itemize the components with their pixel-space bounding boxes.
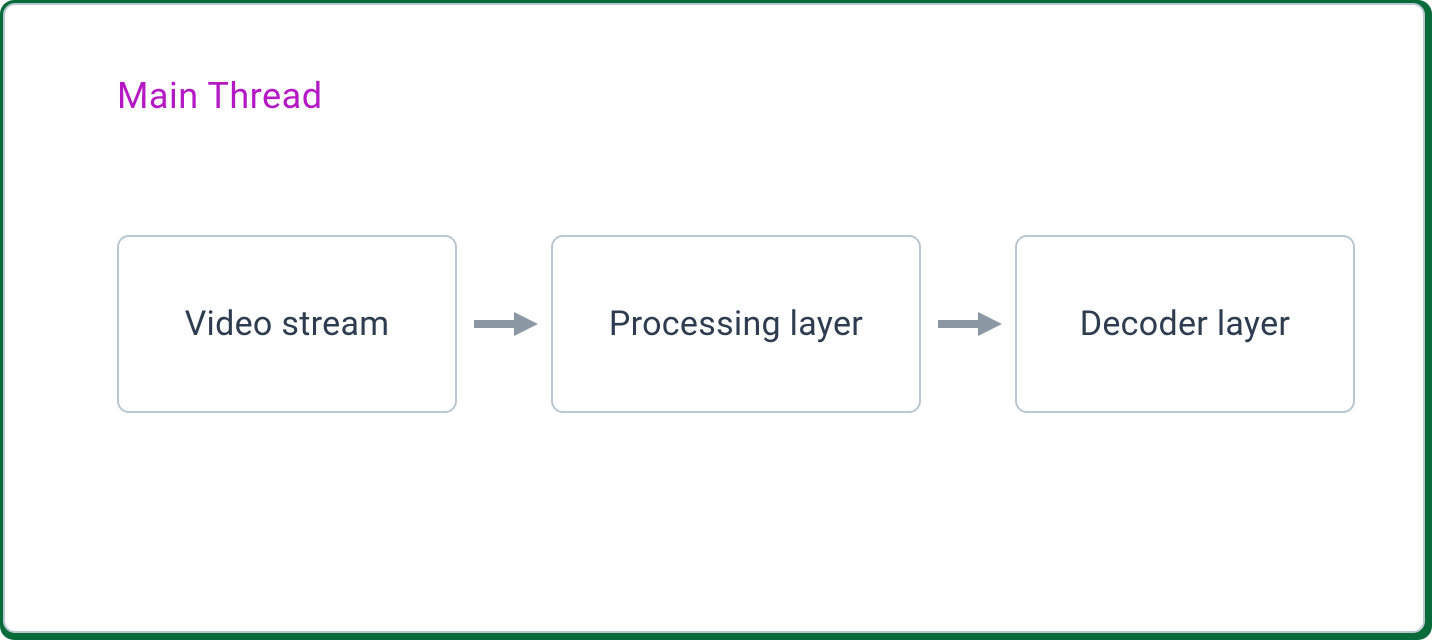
arrow-right-icon — [932, 310, 1004, 338]
flow-row: Video stream Processing layer Decoder la… — [117, 235, 1355, 413]
node-label: Processing layer — [609, 304, 863, 344]
arrow-right-icon — [468, 310, 540, 338]
node-label: Decoder layer — [1080, 304, 1291, 344]
arrow-2 — [921, 310, 1015, 338]
arrow-1 — [457, 310, 551, 338]
node-decoder-layer: Decoder layer — [1015, 235, 1355, 413]
node-processing-layer: Processing layer — [551, 235, 921, 413]
node-label: Video stream — [185, 304, 390, 344]
node-video-stream: Video stream — [117, 235, 457, 413]
diagram-title: Main Thread — [117, 75, 323, 117]
diagram-container: Main Thread Video stream Processing laye… — [3, 3, 1425, 633]
